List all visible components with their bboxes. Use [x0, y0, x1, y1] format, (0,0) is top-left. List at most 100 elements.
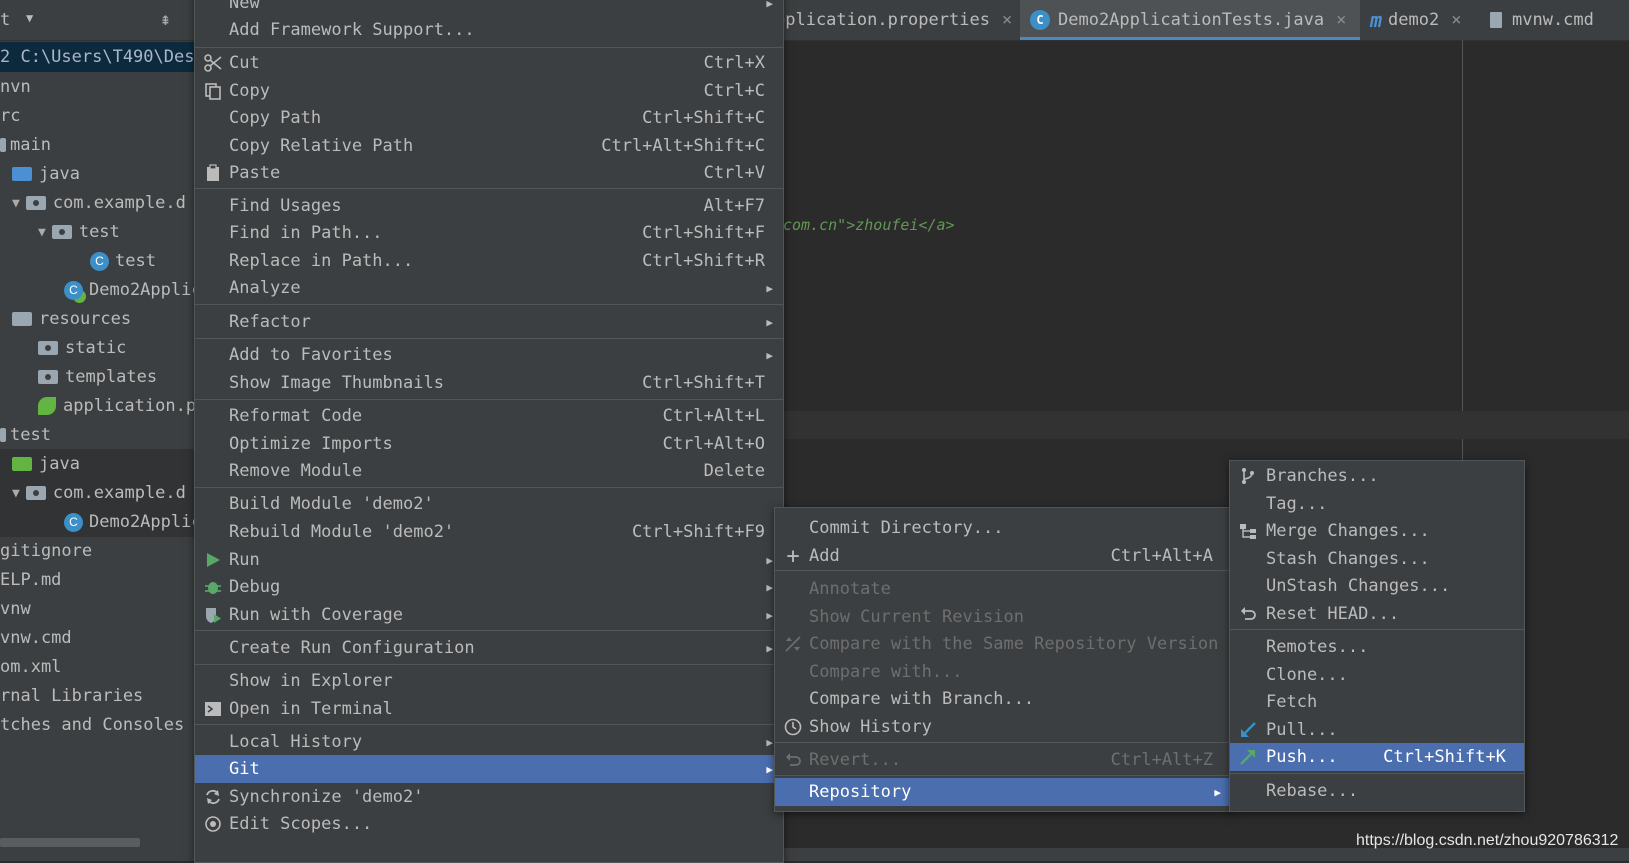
tab-application-properties[interactable]: pplication.properties × — [770, 0, 1020, 40]
project-panel[interactable]: t ▼ ⇞ 2 C:\Users\T490\Desk nvn rc main j… — [0, 0, 195, 861]
collapse-all-icon[interactable]: ⇞ — [160, 9, 171, 30]
menu-item-merge-changes[interactable]: Merge Changes... — [1230, 517, 1524, 545]
menu-item-copy-relative-path[interactable]: Copy Relative Path Ctrl+Alt+Shift+C — [195, 132, 783, 160]
tree-item-mvn[interactable]: nvn — [0, 72, 195, 102]
tab-demo2[interactable]: m demo2 × — [1360, 0, 1480, 40]
horizontal-scrollbar[interactable] — [0, 838, 140, 847]
tree-item-gitignore[interactable]: gitignore — [0, 536, 195, 566]
menu-separator — [195, 399, 783, 400]
tree-item-mvnw[interactable]: vnw — [0, 594, 195, 624]
tree-item-main[interactable]: main — [0, 130, 195, 160]
menu-item-revert[interactable]: Revert... Ctrl+Alt+Z — [775, 746, 1231, 774]
menu-label: Rebuild Module 'demo2' — [229, 522, 455, 542]
menu-item-show-image-thumbnails[interactable]: Show Image Thumbnails Ctrl+Shift+T — [195, 369, 783, 397]
tree-item-test-java[interactable]: java — [0, 449, 195, 479]
menu-item-unstash-changes[interactable]: UnStash Changes... — [1230, 572, 1524, 600]
menu-item-edit-scopes[interactable]: Edit Scopes... — [195, 810, 783, 838]
menu-item-compare-same-repo[interactable]: Compare with the Same Repository Version — [775, 630, 1231, 658]
close-icon[interactable]: × — [1002, 10, 1012, 30]
menu-item-push[interactable]: Push... Ctrl+Shift+K — [1230, 743, 1524, 771]
menu-item-analyze[interactable]: Analyze ▶ — [195, 274, 783, 302]
expand-arrow-icon[interactable]: ▼ — [38, 225, 46, 240]
tree-item-templates[interactable]: templates — [0, 362, 195, 392]
menu-item-local-history[interactable]: Local History ▶ — [195, 728, 783, 756]
menu-item-add[interactable]: + Add Ctrl+Alt+A — [775, 542, 1231, 570]
menu-item-compare-with-branch[interactable]: Compare with Branch... — [775, 685, 1231, 713]
menu-item-branches[interactable]: Branches... — [1230, 462, 1524, 490]
tree-label: rnal Libraries — [0, 686, 144, 706]
menu-item-pull[interactable]: Pull... — [1230, 716, 1524, 744]
menu-item-find-in-path[interactable]: Find in Path... Ctrl+Shift+F — [195, 219, 783, 247]
expand-arrow-icon[interactable]: ▼ — [12, 196, 20, 211]
menu-item-tag[interactable]: Tag... — [1230, 490, 1524, 518]
tree-item-package[interactable]: ▼ com.example.d — [0, 188, 195, 218]
tree-item-scratches[interactable]: tches and Consoles — [0, 710, 195, 740]
tab-mvnw-cmd[interactable]: mvnw.cmd — [1480, 0, 1629, 40]
tree-item-test-package[interactable]: ▼ com.example.d — [0, 478, 195, 508]
tree-item-test-class[interactable]: C test — [0, 246, 195, 276]
tree-item-java[interactable]: java — [0, 159, 195, 189]
menu-item-refactor[interactable]: Refactor ▶ — [195, 308, 783, 336]
tree-item-static[interactable]: static — [0, 333, 195, 363]
compare-icon — [783, 634, 803, 654]
menu-item-clone[interactable]: Clone... — [1230, 661, 1524, 689]
tree-item-application-properties[interactable]: application.p — [0, 391, 195, 421]
menu-item-rebase[interactable]: Rebase... — [1230, 777, 1524, 805]
menu-item-replace-in-path[interactable]: Replace in Path... Ctrl+Shift+R — [195, 247, 783, 275]
menu-item-stash-changes[interactable]: Stash Changes... — [1230, 545, 1524, 573]
menu-item-remotes[interactable]: Remotes... — [1230, 633, 1524, 661]
menu-item-optimize-imports[interactable]: Optimize Imports Ctrl+Alt+O — [195, 430, 783, 458]
menu-item-add-to-favorites[interactable]: Add to Favorites ▶ — [195, 341, 783, 369]
close-icon[interactable]: × — [1336, 10, 1346, 30]
menu-item-add-framework-support[interactable]: Add Framework Support... — [195, 16, 783, 44]
menu-item-reformat-code[interactable]: Reformat Code Ctrl+Alt+L — [195, 402, 783, 430]
tab-demo2-application-tests[interactable]: C Demo2ApplicationTests.java × — [1020, 0, 1360, 40]
tree-item-demo2-application-tests[interactable]: C Demo2Applic — [0, 507, 195, 537]
menu-item-run[interactable]: Run ▶ — [195, 546, 783, 574]
menu-item-repository[interactable]: Repository ▶ — [775, 778, 1231, 806]
submenu-arrow-icon: ▶ — [766, 641, 773, 655]
menu-item-paste[interactable]: Paste Ctrl+V — [195, 159, 783, 187]
menu-item-reset-head[interactable]: Reset HEAD... — [1230, 600, 1524, 628]
class-icon: C — [1030, 10, 1050, 30]
menu-shortcut: Ctrl+Shift+T — [642, 373, 765, 393]
menu-item-open-in-terminal[interactable]: Open in Terminal — [195, 695, 783, 723]
menu-item-show-in-explorer[interactable]: Show in Explorer — [195, 667, 783, 695]
push-icon — [1238, 747, 1258, 767]
menu-item-debug[interactable]: Debug ▶ — [195, 573, 783, 601]
menu-item-remove-module[interactable]: Remove Module Delete — [195, 457, 783, 485]
menu-item-show-history[interactable]: Show History — [775, 713, 1231, 741]
menu-item-run-with-coverage[interactable]: Run with Coverage ▶ — [195, 601, 783, 629]
clipboard-icon — [203, 163, 223, 183]
menu-item-git[interactable]: Git ▶ — [195, 755, 783, 783]
menu-item-annotate[interactable]: Annotate — [775, 575, 1231, 603]
tree-item-src[interactable]: rc — [0, 101, 195, 131]
tree-item-demo2-application[interactable]: C Demo2Applic — [0, 275, 195, 305]
menu-item-build-module[interactable]: Build Module 'demo2' — [195, 490, 783, 518]
menu-item-create-run-configuration[interactable]: Create Run Configuration ▶ — [195, 634, 783, 662]
tree-item-test-root[interactable]: test — [0, 420, 195, 450]
menu-item-rebuild-module[interactable]: Rebuild Module 'demo2' Ctrl+Shift+F9 — [195, 518, 783, 546]
menu-separator — [775, 570, 1231, 571]
tree-item-root[interactable]: 2 C:\Users\T490\Desk — [0, 42, 195, 72]
menu-item-commit-directory[interactable]: Commit Directory... — [775, 514, 1231, 542]
tree-item-pom-xml[interactable]: om.xml — [0, 652, 195, 682]
menu-item-compare-with[interactable]: Compare with... — [775, 658, 1231, 686]
tree-item-help-md[interactable]: ELP.md — [0, 565, 195, 595]
chevron-down-icon[interactable]: ▼ — [26, 11, 33, 25]
menu-item-cut[interactable]: Cut Ctrl+X — [195, 49, 783, 77]
tree-item-resources[interactable]: resources — [0, 304, 195, 334]
tree-item-mvnw-cmd[interactable]: vnw.cmd — [0, 623, 195, 653]
menu-item-copy[interactable]: Copy Ctrl+C — [195, 77, 783, 105]
menu-item-fetch[interactable]: Fetch — [1230, 688, 1524, 716]
menu-item-show-current-revision[interactable]: Show Current Revision — [775, 603, 1231, 631]
tree-item-external-libraries[interactable]: rnal Libraries — [0, 681, 195, 711]
menu-item-synchronize[interactable]: Synchronize 'demo2' — [195, 783, 783, 811]
close-icon[interactable]: × — [1451, 10, 1461, 30]
tree-item-test-package[interactable]: ▼ test — [0, 217, 195, 247]
expand-arrow-icon[interactable]: ▼ — [12, 486, 20, 501]
menu-item-find-usages[interactable]: Find Usages Alt+F7 — [195, 192, 783, 220]
submenu-arrow-icon: ▶ — [766, 735, 773, 749]
menu-item-new[interactable]: New ▶ — [195, 0, 783, 17]
menu-item-copy-path[interactable]: Copy Path Ctrl+Shift+C — [195, 104, 783, 132]
